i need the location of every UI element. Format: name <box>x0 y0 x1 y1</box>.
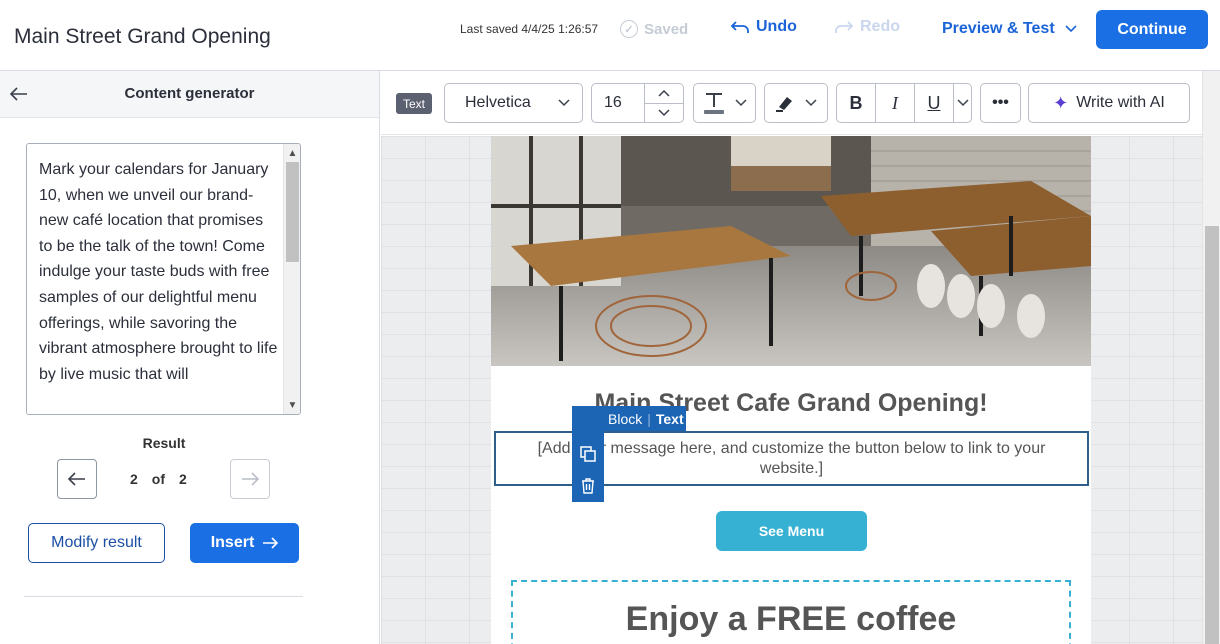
font-family-select[interactable]: Helvetica <box>444 83 583 123</box>
trash-icon[interactable] <box>572 470 604 502</box>
modify-result-button[interactable]: Modify result <box>28 523 165 563</box>
chevron-down-icon <box>734 99 747 107</box>
text-color-button[interactable] <box>693 83 756 123</box>
last-saved-status: Last saved 4/4/25 1:26:57 <box>460 22 599 36</box>
undo-icon <box>730 21 749 33</box>
app-header: Main Street Grand Opening Last saved 4/4… <box>0 0 1220 71</box>
result-current: 2 <box>130 471 138 487</box>
previous-result-button[interactable] <box>57 459 97 499</box>
redo-icon <box>835 21 854 33</box>
highlighter-icon <box>776 97 792 112</box>
text-toolbar: Text Helvetica 16 B I U ••• ✦ Write with… <box>381 71 1202 135</box>
result-of: of <box>151 471 166 487</box>
increase-size-icon[interactable] <box>644 84 683 104</box>
italic-button[interactable]: I <box>876 84 915 122</box>
underline-button[interactable]: U <box>915 84 954 122</box>
duplicate-icon[interactable] <box>572 438 604 470</box>
continue-button[interactable]: Continue <box>1096 10 1208 49</box>
see-menu-button[interactable]: See Menu <box>716 511 867 551</box>
block-label: Block <box>608 410 643 427</box>
panel-title: Content generator <box>124 85 255 102</box>
saved-indicator: ✓ Saved <box>620 20 688 38</box>
more-options-button[interactable]: ••• <box>980 83 1021 123</box>
panel-header: Content generator <box>0 71 379 118</box>
hero-image[interactable] <box>491 136 1091 366</box>
chevron-down-icon <box>558 99 570 107</box>
decrease-size-icon[interactable] <box>645 104 684 123</box>
textarea-scrollbar[interactable]: ▲ ▼ <box>283 144 300 414</box>
arrow-right-icon <box>263 537 279 549</box>
email-body: Main Street Cafe Grand Opening! [Add you… <box>491 136 1091 644</box>
block-separator: | <box>647 410 651 427</box>
preview-test-button[interactable]: Preview & Test <box>942 20 1077 38</box>
bold-button[interactable]: B <box>837 84 876 122</box>
result-pager: 2 of 2 <box>130 471 187 487</box>
font-size-value[interactable]: 16 <box>592 94 644 112</box>
result-total: 2 <box>179 471 187 487</box>
arrow-left-icon <box>68 472 85 486</box>
arrow-right-icon <box>242 472 259 486</box>
editor-canvas: Main Street Cafe Grand Opening! [Add you… <box>381 136 1202 644</box>
block-type-label: Text <box>655 410 684 427</box>
next-result-button[interactable] <box>230 459 270 499</box>
saved-label: Saved <box>644 20 689 38</box>
result-label: Result <box>142 435 186 451</box>
font-family-value: Helvetica <box>465 94 531 111</box>
generated-text: Mark your calendars for January 10, when… <box>39 161 278 383</box>
block-type-tag: Text <box>396 93 432 114</box>
insert-label: Insert <box>210 534 255 551</box>
redo-button[interactable]: Redo <box>834 18 900 36</box>
font-size-stepper[interactable]: 16 <box>591 83 684 123</box>
scroll-down-icon[interactable]: ▼ <box>284 397 300 413</box>
panel-divider <box>24 596 303 597</box>
chevron-down-icon[interactable] <box>954 84 971 122</box>
page-title: Main Street Grand Opening <box>14 25 271 48</box>
text-color-icon <box>703 93 724 114</box>
canvas-scrollbar[interactable] <box>1202 71 1220 644</box>
scroll-up-icon[interactable]: ▲ <box>284 145 300 161</box>
write-with-ai-label: Write with AI <box>1076 94 1165 111</box>
highlight-color-button[interactable] <box>764 83 828 123</box>
canvas-scroll-thumb[interactable] <box>1205 226 1219 644</box>
scroll-thumb[interactable] <box>286 162 299 262</box>
font-size-arrows <box>643 84 684 123</box>
write-with-ai-button[interactable]: ✦ Write with AI <box>1028 83 1190 123</box>
check-circle-icon: ✓ <box>620 20 638 38</box>
content-generator-panel: Content generator Mark your calendars fo… <box>0 71 380 644</box>
undo-button[interactable]: Undo <box>730 18 797 36</box>
insert-button[interactable]: Insert <box>190 523 299 563</box>
preview-label: Preview & Test <box>942 20 1055 37</box>
block-type-tab: Block | Text <box>572 406 686 431</box>
undo-label: Undo <box>756 18 797 35</box>
promo-heading[interactable]: Enjoy a FREE coffee <box>513 600 1069 639</box>
promo-block[interactable]: Enjoy a FREE coffee <box>511 580 1071 644</box>
text-style-group: B I U <box>836 83 972 123</box>
generated-text-area[interactable]: Mark your calendars for January 10, when… <box>26 143 301 415</box>
chevron-down-icon <box>1065 25 1077 33</box>
sparkle-icon: ✦ <box>1053 92 1069 113</box>
chevron-down-icon <box>805 99 817 107</box>
redo-label: Redo <box>860 18 900 35</box>
